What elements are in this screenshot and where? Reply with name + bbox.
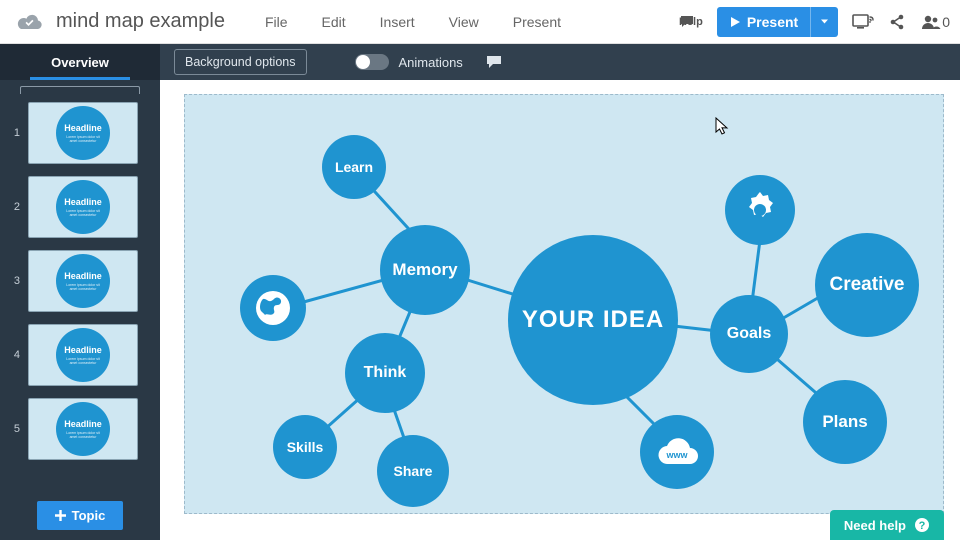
animations-toggle[interactable] <box>355 54 389 70</box>
need-help-button[interactable]: Need help ? <box>830 510 944 540</box>
node-learn[interactable]: Learn <box>322 135 386 199</box>
thumbnail-row[interactable]: 2HeadlineLorem ipsum dolor sit amet cons… <box>0 170 160 244</box>
cloud-icon: www <box>652 432 702 472</box>
background-options-button[interactable]: Background options <box>174 49 307 75</box>
editor-canvas[interactable]: YOUR IDEA Memory Learn Think Skills Shar… <box>184 94 944 514</box>
tab-overview[interactable]: Overview <box>0 44 160 80</box>
node-memory[interactable]: Memory <box>380 225 470 315</box>
help-question-icon: ? <box>914 517 930 533</box>
chevron-down-icon <box>820 17 829 26</box>
animations-label: Animations <box>399 55 463 70</box>
thumbnail-row[interactable]: 1HeadlineLorem ipsum dolor sit amet cons… <box>0 96 160 170</box>
node-creative[interactable]: Creative <box>815 233 919 337</box>
present-dropdown[interactable] <box>810 7 838 37</box>
node-gear[interactable] <box>725 175 795 245</box>
add-topic-button[interactable]: Topic <box>37 501 124 530</box>
sub-toolbar: Overview Background options Animations <box>0 44 960 80</box>
menu-file[interactable]: File <box>265 14 288 30</box>
node-share[interactable]: Share <box>377 435 449 507</box>
node-goals[interactable]: Goals <box>710 295 788 373</box>
top-menu-bar: mind map example File Edit Insert View P… <box>0 0 960 44</box>
document-title[interactable]: mind map example <box>56 10 225 33</box>
node-cloud[interactable]: www <box>640 415 714 489</box>
node-globe[interactable] <box>240 275 306 341</box>
node-skills[interactable]: Skills <box>273 415 337 479</box>
svg-text:?: ? <box>919 520 926 532</box>
selected-frame-indicator <box>20 86 140 94</box>
thumbnail-list: 1HeadlineLorem ipsum dolor sit amet cons… <box>0 96 160 493</box>
menu-view[interactable]: View <box>449 14 479 30</box>
remote-present-icon[interactable] <box>852 14 874 30</box>
canvas-area: YOUR IDEA Memory Learn Think Skills Shar… <box>160 80 960 540</box>
node-center[interactable]: YOUR IDEA <box>508 235 678 405</box>
gear-icon <box>739 189 781 231</box>
sidebar-header: Overview <box>0 44 160 80</box>
menu-edit[interactable]: Edit <box>322 14 346 30</box>
svg-text:www: www <box>665 450 688 460</box>
comment-icon[interactable] <box>485 54 503 70</box>
thumbnail-row[interactable]: 5HeadlineLorem ipsum dolor sit amet cons… <box>0 392 160 466</box>
collaborators-button[interactable]: 0 <box>920 14 950 30</box>
workspace: 1HeadlineLorem ipsum dolor sit amet cons… <box>0 80 960 540</box>
help-icon[interactable]: Help <box>679 14 703 30</box>
node-think[interactable]: Think <box>345 333 425 413</box>
plus-icon <box>55 510 66 521</box>
collaborator-count: 0 <box>942 14 950 30</box>
thumbnail-row[interactable]: 3HeadlineLorem ipsum dolor sit amet cons… <box>0 244 160 318</box>
node-plans[interactable]: Plans <box>803 380 887 464</box>
topbar-right-group: Help Present 0 <box>679 7 950 37</box>
slide-panel: 1HeadlineLorem ipsum dolor sit amet cons… <box>0 80 160 540</box>
play-icon <box>729 16 741 28</box>
menu-present[interactable]: Present <box>513 14 561 30</box>
present-button[interactable]: Present <box>717 7 838 37</box>
menu-bar: File Edit Insert View Present <box>265 14 561 30</box>
app-logo-cloud-icon <box>16 13 44 31</box>
menu-insert[interactable]: Insert <box>380 14 415 30</box>
thumbnail-row[interactable]: 4HeadlineLorem ipsum dolor sit amet cons… <box>0 318 160 392</box>
share-icon[interactable] <box>888 13 906 31</box>
globe-icon <box>253 288 293 328</box>
